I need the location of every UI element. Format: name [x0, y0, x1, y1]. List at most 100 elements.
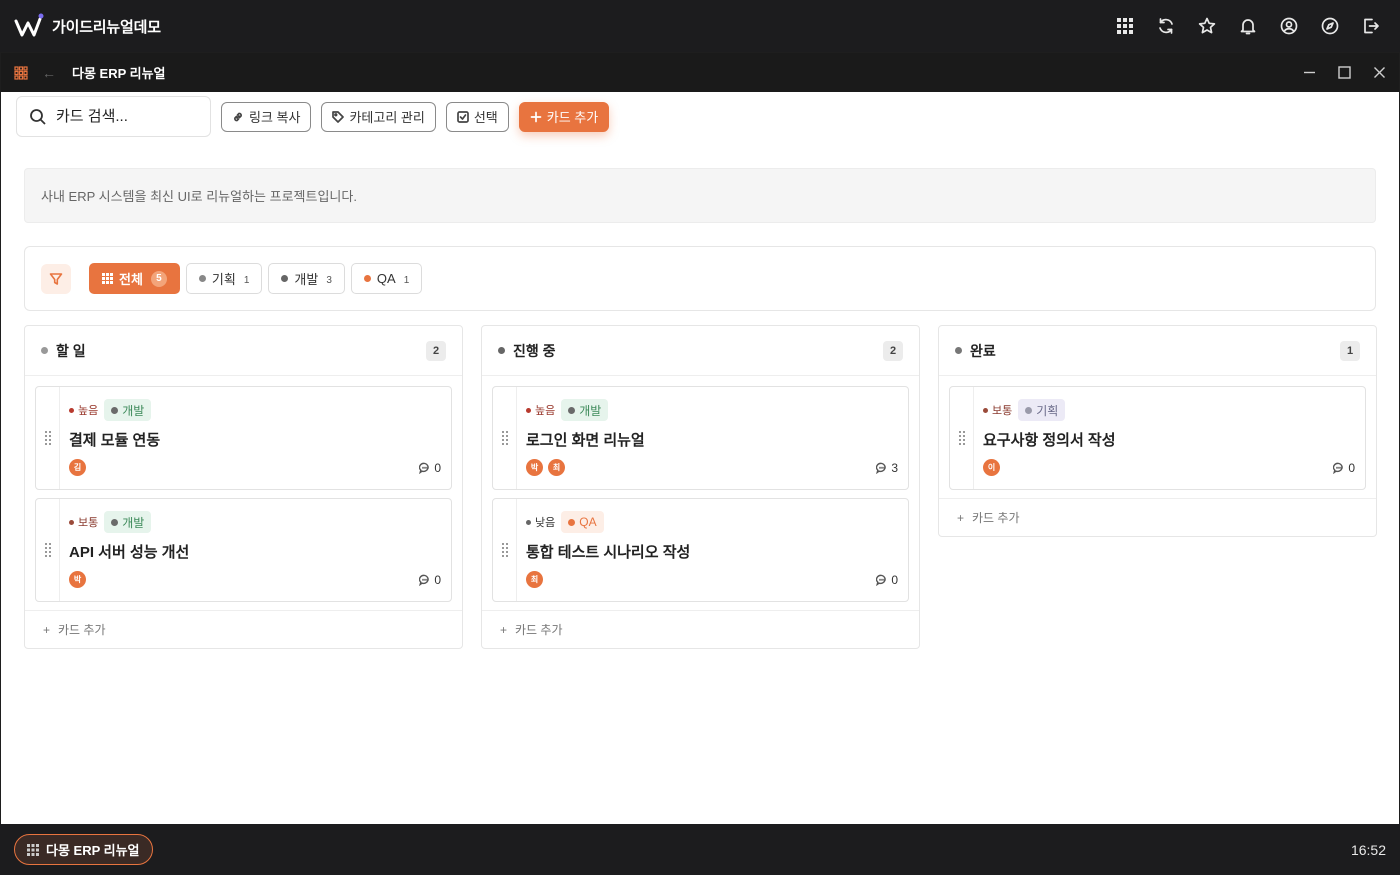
refresh-icon[interactable] [1157, 17, 1175, 35]
drag-handle[interactable] [36, 499, 60, 601]
drag-handle-icon [44, 431, 51, 445]
column-header: 완료 1 [939, 326, 1376, 376]
taskbar-app-button[interactable]: 다몽 ERP 리뉴얼 [14, 834, 153, 865]
column-dot [41, 347, 48, 354]
drag-handle-icon [501, 543, 508, 557]
task-card[interactable]: 보통 개발 API 서버 성능 개선 박 0 [35, 498, 452, 602]
comment-icon [876, 574, 887, 586]
add-card-label: 카드 추가 [58, 623, 106, 637]
minimize-icon[interactable] [1303, 66, 1316, 79]
filter-chip-dev[interactable]: 개발 3 [268, 263, 345, 294]
avatar: 김 [69, 459, 86, 476]
filter-count: 1 [243, 274, 250, 286]
task-card[interactable]: 높음 개발 결제 모듈 연동 김 0 [35, 386, 452, 490]
column-count: 2 [883, 340, 903, 361]
toolbar: 링크 복사 카테고리 관리 선택 카드 추가 [16, 96, 610, 137]
category-dot [281, 275, 289, 282]
category-label: 기획 [1036, 403, 1059, 418]
manage-categories-button[interactable]: 카테고리 관리 [321, 101, 436, 132]
category-label: QA [579, 515, 597, 529]
drag-handle[interactable] [36, 387, 60, 489]
back-arrow-icon[interactable]: ← [42, 65, 56, 81]
logout-icon[interactable] [1362, 17, 1380, 35]
filter-chip-plan[interactable]: 기획 1 [185, 263, 263, 294]
card-title: API 서버 성능 개선 [69, 544, 190, 561]
app-grid-icon [27, 843, 39, 856]
comment-icon [419, 574, 430, 586]
task-card[interactable]: 보통 기획 요구사항 정의서 작성 이 0 [949, 386, 1366, 490]
priority-badge: 보통 [983, 402, 1012, 418]
plus-icon: + [957, 510, 965, 525]
avatar: 박 [526, 459, 543, 476]
priority-badge: 높음 [526, 402, 555, 418]
plus-icon: + [500, 622, 508, 637]
comment-icon [876, 462, 887, 474]
add-card-label: 카드 추가 [515, 623, 563, 637]
column-title: 할 일 [56, 342, 86, 359]
category-tag: 기획 [1018, 399, 1066, 421]
window-titlebar: ← 다몽 ERP 리뉴얼 [1, 53, 1399, 92]
comment-count-value: 3 [891, 460, 898, 475]
add-card-button[interactable]: 카드 추가 [518, 101, 610, 132]
select-button[interactable]: 선택 [445, 101, 509, 132]
filter-count: 3 [326, 274, 332, 286]
apps-grid-icon[interactable] [1116, 17, 1134, 35]
column-dot [955, 347, 962, 354]
filter-chip-qa[interactable]: QA 1 [350, 263, 423, 294]
task-card[interactable]: 낮음 QA 통합 테스트 시나리오 작성 최 0 [492, 498, 909, 602]
category-tag: QA [561, 511, 604, 533]
os-top-bar: 가이드리뉴얼데모 [0, 0, 1400, 52]
maximize-icon[interactable] [1338, 66, 1351, 79]
category-tag: 개발 [104, 511, 152, 533]
column-add-card-button[interactable]: + 카드 추가 [482, 610, 919, 648]
column-count: 2 [426, 340, 446, 361]
drag-handle-icon [958, 431, 965, 445]
priority-label: 낮음 [535, 517, 556, 529]
drag-handle-icon [44, 543, 51, 557]
plus-icon: + [43, 622, 51, 637]
priority-badge: 높음 [69, 402, 98, 418]
card-title: 요구사항 정의서 작성 [983, 432, 1116, 449]
priority-label: 높음 [78, 405, 99, 417]
user-icon[interactable] [1280, 17, 1298, 35]
filter-label: 개발 [294, 272, 319, 287]
search-box[interactable] [16, 96, 211, 137]
category-label: 개발 [122, 515, 145, 530]
search-input[interactable] [56, 108, 196, 125]
copy-link-label: 링크 복사 [249, 110, 301, 125]
window-title: 다몽 ERP 리뉴얼 [72, 66, 166, 81]
avatar: 박 [69, 571, 86, 588]
category-filter-bar: 전체 5 기획 1 개발 3 QA 1 [24, 246, 1376, 311]
description-text: 사내 ERP 시스템을 최신 UI로 리뉴얼하는 프로젝트입니다. [41, 189, 357, 204]
filter-icon [49, 272, 63, 285]
task-card[interactable]: 높음 개발 로그인 화면 리뉴얼 박 최 3 [492, 386, 909, 490]
drag-handle[interactable] [950, 387, 974, 489]
category-label: 개발 [579, 403, 602, 418]
select-label: 선택 [473, 110, 498, 125]
comment-count-value: 0 [891, 572, 898, 587]
brand-logo-icon [14, 13, 44, 37]
category-dot [198, 275, 206, 282]
avatar: 최 [526, 571, 543, 588]
column-dot [498, 347, 505, 354]
copy-link-button[interactable]: 링크 복사 [221, 101, 312, 132]
drag-handle[interactable] [493, 387, 517, 489]
compass-icon[interactable] [1321, 17, 1339, 35]
bell-icon[interactable] [1239, 17, 1257, 35]
column-title: 진행 중 [513, 342, 556, 359]
filter-chip-all[interactable]: 전체 5 [89, 263, 180, 294]
card-title: 로그인 화면 리뉴얼 [526, 432, 645, 449]
app-menu-icon[interactable] [14, 65, 28, 80]
column-count: 1 [1340, 340, 1360, 361]
add-card-label: 카드 추가 [972, 511, 1020, 525]
column-add-card-button[interactable]: + 카드 추가 [25, 610, 462, 648]
column-add-card-button[interactable]: + 카드 추가 [939, 498, 1376, 536]
column-todo: 할 일 2 높음 개발 결제 모듈 연동 김 0 보통 개발 API 서버 성능… [24, 325, 463, 649]
filter-toggle[interactable] [41, 263, 71, 294]
column-in-progress: 진행 중 2 높음 개발 로그인 화면 리뉴얼 박 최 3 낮음 QA 통합 테… [481, 325, 920, 649]
drag-handle[interactable] [493, 499, 517, 601]
comment-count-value: 0 [434, 460, 441, 475]
star-icon[interactable] [1198, 17, 1216, 35]
close-icon[interactable] [1373, 66, 1386, 79]
avatar: 이 [983, 459, 1000, 476]
